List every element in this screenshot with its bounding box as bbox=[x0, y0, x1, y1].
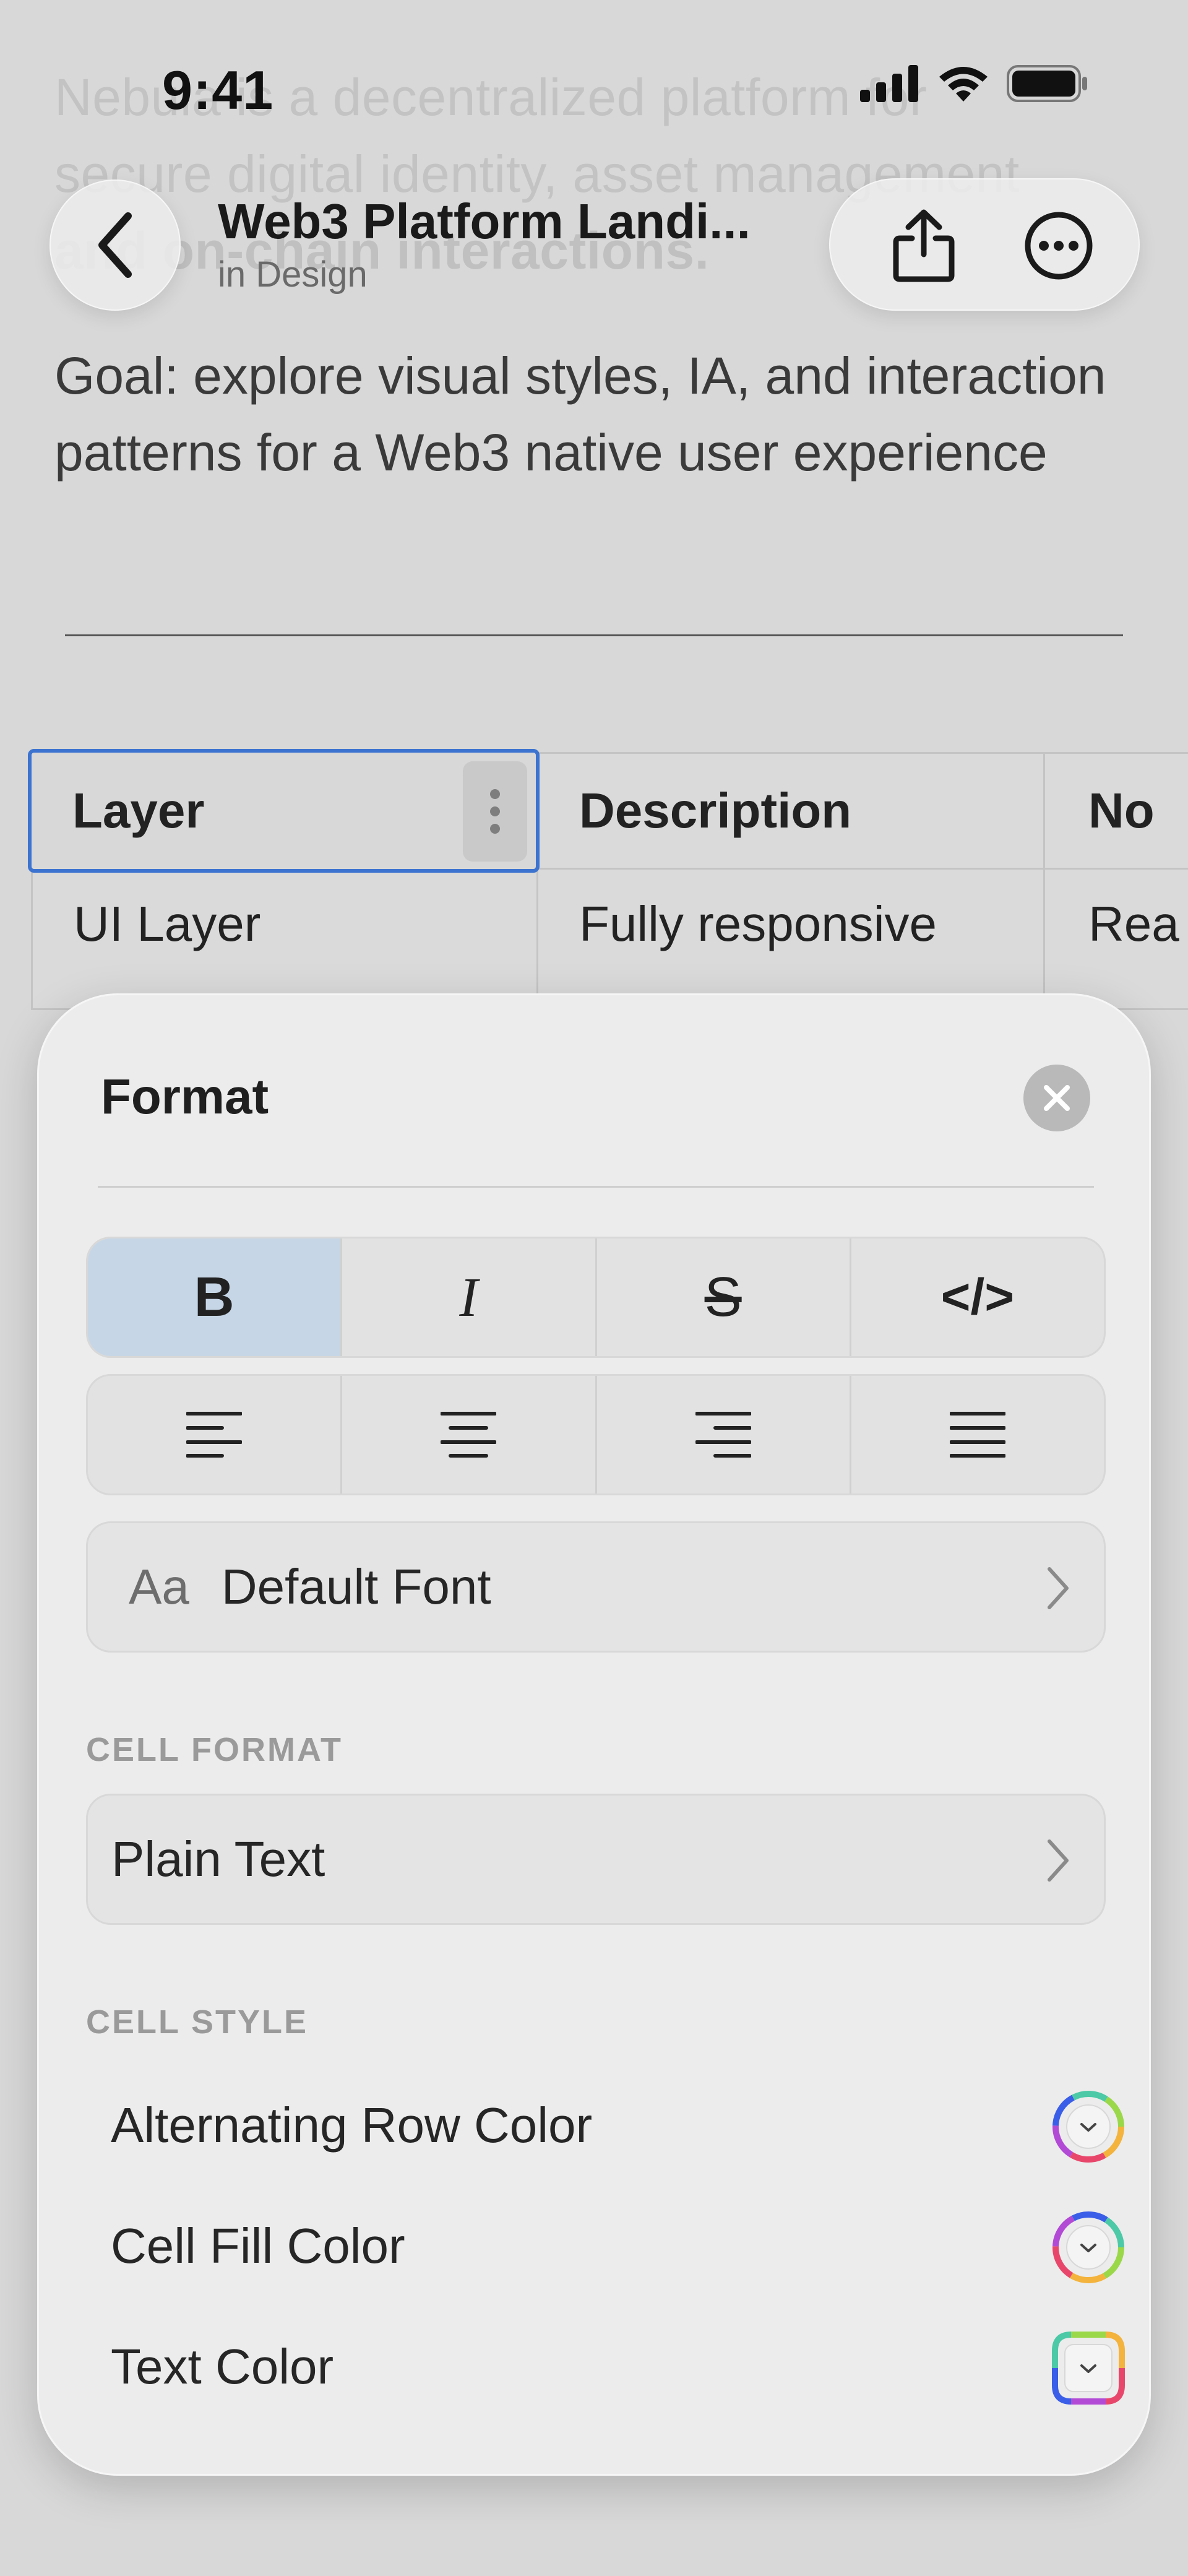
italic-button[interactable]: I bbox=[342, 1238, 597, 1356]
font-icon: Aa bbox=[129, 1559, 189, 1614]
font-label: Default Font bbox=[221, 1559, 491, 1614]
text-color-label: Text Color bbox=[111, 2339, 334, 2394]
cell-text: UI Layer bbox=[74, 896, 261, 951]
strikethrough-button[interactable]: S bbox=[597, 1238, 851, 1356]
align-justify-icon bbox=[949, 1412, 1005, 1458]
table-cell[interactable]: Rea bbox=[1043, 868, 1188, 1010]
align-right-icon bbox=[695, 1412, 751, 1458]
align-left-button[interactable] bbox=[88, 1376, 343, 1493]
share-button[interactable] bbox=[882, 204, 965, 287]
strikethrough-icon: S bbox=[704, 1266, 742, 1328]
alignment-control bbox=[86, 1374, 1106, 1495]
italic-icon: I bbox=[459, 1266, 478, 1328]
more-button[interactable] bbox=[1017, 204, 1100, 287]
chevron-left-icon bbox=[98, 212, 132, 278]
table-header-cell[interactable]: Description bbox=[536, 752, 1045, 870]
align-left-icon bbox=[186, 1412, 243, 1458]
page-subtitle: in Design bbox=[218, 254, 368, 295]
battery-icon bbox=[1007, 65, 1087, 102]
divider bbox=[65, 634, 1123, 636]
chevron-right-icon bbox=[1048, 1567, 1069, 1609]
code-icon: </> bbox=[940, 1269, 1015, 1325]
format-sheet: Format B I S </> Aa Default Font CELL FO… bbox=[37, 993, 1151, 2476]
sheet-title: Format bbox=[101, 1069, 269, 1124]
close-button[interactable] bbox=[1023, 1065, 1090, 1131]
goal-text: Goal: explore visual styles, IA, and int… bbox=[54, 347, 1106, 482]
table-cell[interactable]: Fully responsive bbox=[536, 868, 1045, 1010]
align-center-button[interactable] bbox=[342, 1376, 597, 1493]
cell-style-caption: CELL STYLE bbox=[86, 2003, 309, 2041]
status-time: 9:41 bbox=[162, 59, 274, 121]
alternating-row-color-row[interactable]: Alternating Row Color bbox=[111, 2082, 1126, 2169]
cellular-signal-icon bbox=[860, 65, 918, 102]
cell-format-row[interactable]: Plain Text bbox=[86, 1794, 1106, 1925]
alternating-row-color-label: Alternating Row Color bbox=[111, 2098, 593, 2153]
sheet-divider bbox=[98, 1186, 1094, 1188]
text-style-control: B I S </> bbox=[86, 1237, 1106, 1358]
cell-fill-color-row[interactable]: Cell Fill Color bbox=[111, 2203, 1126, 2289]
cell-format-caption: CELL FORMAT bbox=[86, 1731, 343, 1768]
font-picker-row[interactable]: Aa Default Font bbox=[86, 1521, 1106, 1653]
color-picker-icon[interactable] bbox=[1051, 2210, 1126, 2284]
cell-options-handle[interactable] bbox=[463, 761, 527, 862]
chevron-right-icon bbox=[1048, 1839, 1069, 1882]
color-picker-icon[interactable] bbox=[1051, 2090, 1126, 2164]
align-center-icon bbox=[441, 1412, 497, 1458]
header-label: No bbox=[1088, 783, 1155, 838]
bold-button[interactable]: B bbox=[88, 1238, 343, 1356]
screen: Nebula is a decentralized platform for s… bbox=[0, 0, 1188, 2576]
bold-icon: B bbox=[194, 1266, 235, 1328]
code-button[interactable]: </> bbox=[851, 1238, 1104, 1356]
table-header-cell[interactable]: No bbox=[1043, 752, 1188, 870]
align-justify-button[interactable] bbox=[851, 1376, 1104, 1493]
cell-fill-color-label: Cell Fill Color bbox=[111, 2218, 405, 2273]
header-actions bbox=[829, 178, 1140, 311]
wifi-icon bbox=[939, 67, 988, 102]
table-cell[interactable]: UI Layer bbox=[31, 868, 538, 1010]
close-icon bbox=[1044, 1085, 1070, 1111]
color-picker-icon[interactable] bbox=[1051, 2331, 1126, 2405]
page-title: Web3 Platform Landi... bbox=[218, 194, 751, 249]
cell-text: Rea bbox=[1088, 896, 1179, 951]
text-color-row[interactable]: Text Color bbox=[111, 2323, 1126, 2410]
table-header-cell[interactable]: Layer bbox=[28, 749, 540, 873]
header-label: Description bbox=[579, 783, 852, 838]
ellipsis-icon bbox=[1025, 212, 1093, 280]
header-label: Layer bbox=[72, 783, 205, 838]
share-icon bbox=[893, 209, 955, 282]
status-icons bbox=[859, 64, 1089, 103]
cell-format-value: Plain Text bbox=[111, 1831, 325, 1887]
back-button[interactable] bbox=[50, 179, 181, 311]
cell-text: Fully responsive bbox=[579, 896, 937, 951]
align-right-button[interactable] bbox=[597, 1376, 851, 1493]
